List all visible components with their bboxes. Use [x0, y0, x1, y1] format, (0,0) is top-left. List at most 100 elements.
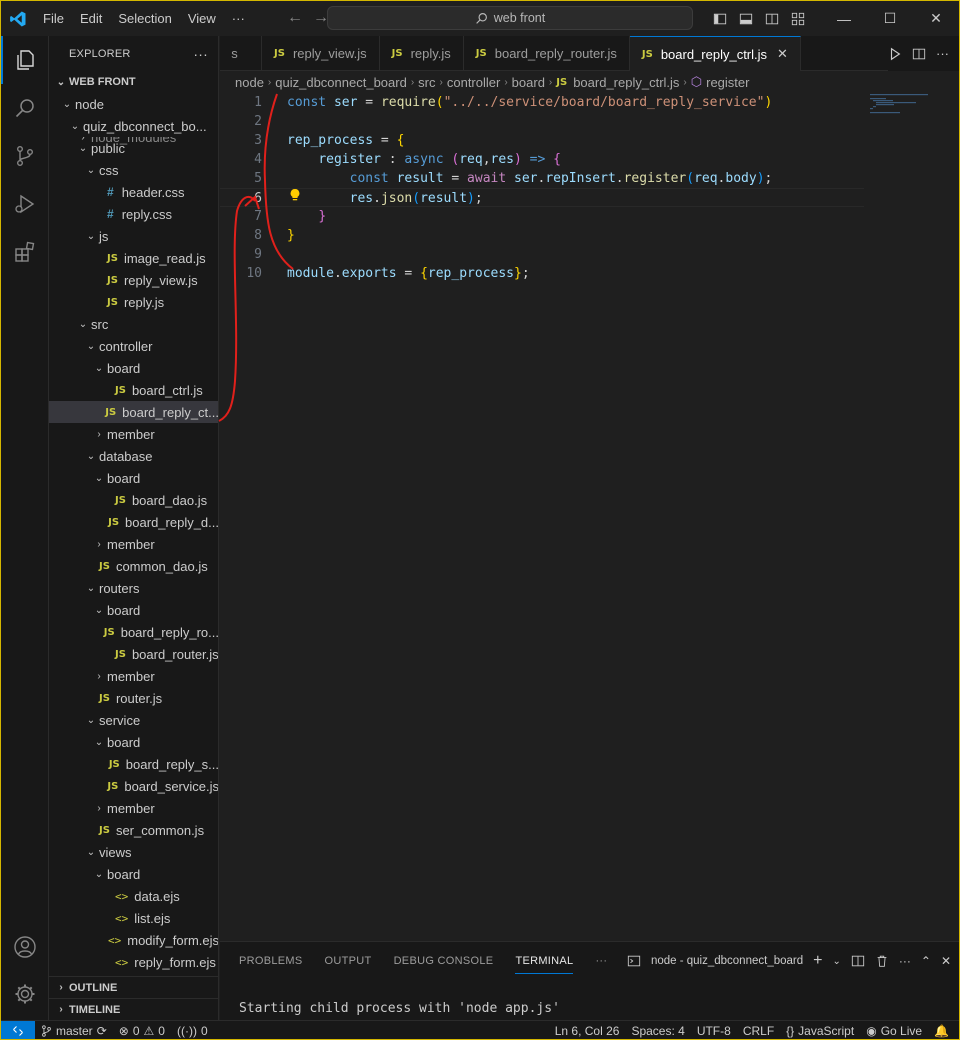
tree-file[interactable]: <> list.ejs [49, 907, 218, 929]
tree-file[interactable]: JS reply.js [49, 291, 218, 313]
breadcrumb-item[interactable]: register [706, 75, 749, 90]
tree-folder[interactable]: ⌄ views [49, 841, 218, 863]
source-control-icon[interactable] [1, 132, 49, 180]
panel-tab[interactable]: PROBLEMS [228, 942, 314, 980]
breadcrumb-item[interactable]: quiz_dbconnect_board [275, 75, 407, 90]
editor-tab[interactable]: JS board_reply_router.js [464, 36, 630, 71]
tree-folder[interactable]: ⌄ controller [49, 335, 218, 357]
tree-folder[interactable]: ⌄ js [49, 225, 218, 247]
tree-folder[interactable]: › member [49, 797, 218, 819]
tree-file[interactable]: <> data.ejs [49, 885, 218, 907]
editor-tab[interactable]: JS board_reply_ctrl.js ✕ [629, 36, 801, 71]
panel-tab[interactable]: TERMINAL [515, 948, 574, 974]
split-terminal-icon[interactable] [851, 954, 865, 968]
more-actions-icon[interactable]: ··· [936, 46, 949, 61]
manage-gear-icon[interactable] [1, 970, 49, 1018]
tree-folder[interactable]: ⌄ node [49, 93, 218, 115]
line-ending[interactable]: CRLF [737, 1024, 780, 1038]
tree-folder[interactable]: ⌄ public [49, 137, 218, 159]
new-terminal-icon[interactable]: + [813, 952, 822, 970]
breadcrumb-item[interactable]: board_reply_ctrl.js [573, 75, 679, 90]
search-icon[interactable] [1, 84, 49, 132]
toggle-primary-sidebar-icon[interactable] [707, 1, 733, 36]
tree-file[interactable]: JS image_read.js [49, 247, 218, 269]
tree-folder[interactable]: ⌄ board [49, 731, 218, 753]
panel-tab[interactable]: DEBUG CONSOLE [383, 942, 505, 980]
code-line[interactable]: 8} [220, 226, 864, 245]
code-line[interactable]: 6 res.json(result); [220, 188, 864, 207]
maximize-panel-icon[interactable]: ⌃ [921, 954, 931, 968]
tree-file[interactable]: <> modify_form.ejs [49, 929, 218, 951]
customize-layout-icon[interactable] [785, 1, 811, 36]
tree-file[interactable]: <> reply_form.ejs [49, 951, 218, 973]
menu-item[interactable]: View [180, 1, 224, 36]
explorer-more-icon[interactable]: ··· [193, 46, 208, 62]
extensions-icon[interactable] [1, 228, 49, 276]
breadcrumb-item[interactable]: board [512, 75, 545, 90]
timeline-section[interactable]: › TIMELINE [49, 998, 218, 1020]
trash-icon[interactable] [875, 954, 889, 968]
tree-folder[interactable]: › member [49, 665, 218, 687]
panel-more-icon[interactable]: ··· [899, 954, 911, 968]
code-line[interactable]: 3 rep_process = { [220, 131, 864, 150]
menu-item[interactable]: Edit [72, 1, 110, 36]
code-line[interactable]: 7 } [220, 207, 864, 226]
editor-tab[interactable]: s [220, 36, 262, 71]
chevron-down-icon[interactable]: ⌄ [832, 956, 840, 967]
tree-folder[interactable]: ⌄ service [49, 709, 218, 731]
tree-folder[interactable]: ⌄ board [49, 599, 218, 621]
breadcrumb-item[interactable]: src [418, 75, 435, 90]
code-line[interactable]: 4 register : async (req,res) => { [220, 150, 864, 169]
toggle-secondary-sidebar-icon[interactable] [759, 1, 785, 36]
tree-file[interactable]: JS ser_common.js [49, 819, 218, 841]
close-panel-icon[interactable]: ✕ [941, 954, 951, 968]
maximize-button[interactable]: ☐ [867, 1, 913, 36]
tree-file[interactable]: JS board_service.js [49, 775, 218, 797]
problems-status[interactable]: ⊗ 0 ⚠ 0 [113, 1024, 171, 1038]
close-window-button[interactable]: ✕ [913, 1, 959, 36]
tree-file[interactable]: JS common_dao.js [49, 555, 218, 577]
cursor-position[interactable]: Ln 6, Col 26 [549, 1024, 626, 1038]
terminal-name[interactable]: node - quiz_dbconnect_board [651, 955, 803, 967]
breadcrumb-item[interactable]: node [235, 75, 264, 90]
tree-folder[interactable]: ⌄ board [49, 467, 218, 489]
split-editor-icon[interactable] [912, 47, 926, 61]
tree-file[interactable]: # reply.css [49, 203, 218, 225]
outline-section[interactable]: › OUTLINE [49, 976, 218, 998]
tree-file[interactable]: JS router.js [49, 687, 218, 709]
tree-file[interactable]: JS board_reply_s... [49, 753, 218, 775]
code-line[interactable]: 9 [220, 245, 864, 264]
tree-folder[interactable]: › member [49, 423, 218, 445]
menu-item[interactable]: ··· [224, 1, 253, 36]
tree-folder[interactable]: ⌄ board [49, 863, 218, 885]
menu-item[interactable]: File [35, 1, 72, 36]
toggle-panel-icon[interactable] [733, 1, 759, 36]
tree-file[interactable]: JS board_reply_ct... [49, 401, 218, 423]
tree-folder[interactable]: › member [49, 533, 218, 555]
tree-folder[interactable]: ⌄ database [49, 445, 218, 467]
editor-tab[interactable]: JS reply.js [380, 36, 464, 71]
sync-icon[interactable]: ⟳ [97, 1024, 107, 1038]
lightbulb-icon[interactable] [289, 188, 301, 205]
remote-indicator-icon[interactable] [1, 1020, 35, 1039]
tree-folder[interactable]: ⌄ routers [49, 577, 218, 599]
back-arrow-icon[interactable]: ← [287, 9, 303, 27]
encoding[interactable]: UTF-8 [691, 1024, 737, 1038]
accounts-icon[interactable] [1, 923, 49, 971]
run-debug-icon[interactable] [1, 180, 49, 228]
minimap[interactable] [870, 93, 950, 123]
menu-item[interactable]: Selection [110, 1, 179, 36]
code-line[interactable]: 1 const ser = require("../../service/boar… [220, 93, 864, 112]
code-line[interactable]: 10 module.exports = {rep_process}; [220, 264, 864, 283]
panel-tab[interactable]: OUTPUT [314, 942, 383, 980]
breadcrumb-item[interactable]: controller [447, 75, 500, 90]
tree-folder[interactable]: ⌄ src [49, 313, 218, 335]
tree-folder[interactable]: ⌄ css [49, 159, 218, 181]
run-icon[interactable] [888, 47, 902, 61]
ports-status[interactable]: ((·)) 0 [171, 1024, 214, 1038]
indentation[interactable]: Spaces: 4 [625, 1024, 690, 1038]
tree-file[interactable]: JS board_router.js [49, 643, 218, 665]
tree-file[interactable]: JS board_reply_ro... [49, 621, 218, 643]
editor-tab[interactable]: JS reply_view.js [262, 36, 380, 71]
command-center-search[interactable]: web front [327, 6, 693, 30]
